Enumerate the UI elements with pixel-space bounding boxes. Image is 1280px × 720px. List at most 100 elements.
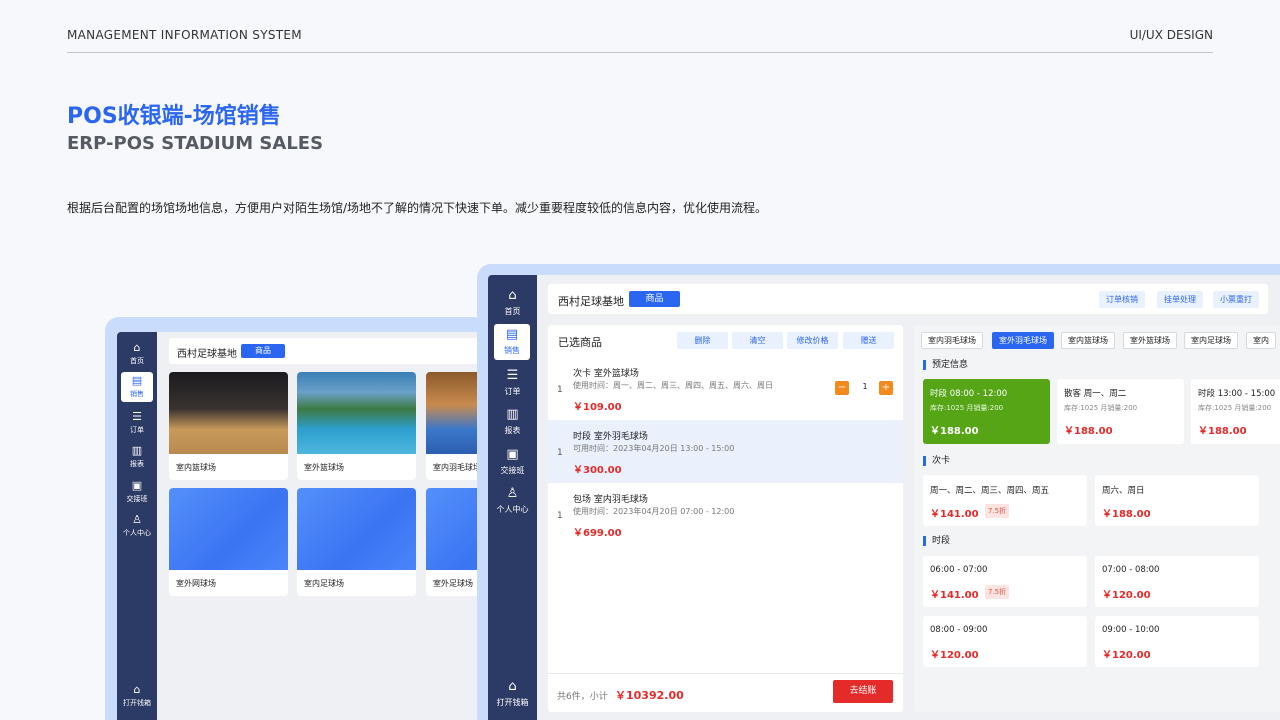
sidebar-item-label: 订单 bbox=[504, 387, 521, 396]
back-sidebar-item-home[interactable]: ⌂ 首页 bbox=[117, 342, 157, 366]
venue-card-label: 室外篮球场 bbox=[304, 463, 344, 472]
venue-card[interactable]: 室外网球场 bbox=[169, 488, 288, 596]
sidebar-item-label: 交接班 bbox=[500, 466, 525, 475]
order-item[interactable]: 1 包场 室内羽毛球场 使用时间：2023年04月20日 07:00 - 12:… bbox=[548, 483, 903, 546]
sidebar-item-label: 销售 bbox=[504, 346, 520, 355]
sidebar-item-order[interactable]: ☰ 订单 bbox=[488, 369, 537, 397]
report-icon: ▥ bbox=[506, 407, 519, 422]
handover-icon: ▣ bbox=[506, 447, 519, 462]
cash-drawer-button[interactable]: ⌂ 打开钱箱 bbox=[488, 680, 537, 708]
back-sidebar-item-handover[interactable]: ▣ 交接班 bbox=[117, 480, 157, 504]
sidebar-item-label: 首页 bbox=[504, 307, 521, 316]
order-item-time: 可用时间：2023年04月20日 13:00 - 15:00 bbox=[573, 444, 735, 453]
sidebar-item-home[interactable]: ⌂ 首页 bbox=[488, 289, 537, 317]
order-item-name: 时段 室外羽毛球场 bbox=[573, 432, 648, 442]
reserve-slot-card[interactable]: 散客 周一、周二 库存:1025 月销量:200 ￥188.00 bbox=[1057, 379, 1184, 444]
venue-card-label: 室内篮球场 bbox=[176, 463, 216, 472]
sidebar-item-report[interactable]: ▥ 报表 bbox=[488, 408, 537, 436]
selected-goods-panel: 已选商品 删除 清空 修改价格 赠送 1 次卡 室外篮球场 使用时间：周一、周二… bbox=[548, 325, 903, 712]
venue-card[interactable]: 室内篮球场 bbox=[169, 372, 288, 480]
period-title: 07:00 - 08:00 bbox=[1102, 565, 1160, 575]
venue-card[interactable]: 室外篮球场 bbox=[297, 372, 416, 480]
checkout-button[interactable]: 去结账 bbox=[833, 680, 893, 703]
venue-placeholder-image bbox=[169, 488, 288, 570]
product-panel: 室内羽毛球场 室外羽毛球场 室内篮球场 室外篮球场 室内足球场 室内 预定信息 … bbox=[914, 325, 1280, 712]
tab-outdoor-badminton[interactable]: 室外羽毛球场 bbox=[992, 332, 1054, 349]
order-item-qty-number: 1 bbox=[557, 511, 563, 521]
back-sidebar-item-order[interactable]: ☰ 订单 bbox=[117, 411, 157, 435]
order-item[interactable]: 1 次卡 室外篮球场 使用时间：周一、周二、周三、周四、周五、周六、周日 ￥10… bbox=[548, 357, 903, 420]
period-card[interactable]: 07:00 - 08:00 ￥120.00 bbox=[1095, 556, 1259, 607]
tab-outdoor-basketball[interactable]: 室外篮球场 bbox=[1123, 332, 1177, 349]
order-item-price: ￥300.00 bbox=[573, 465, 622, 476]
sidebar-item-user[interactable]: ♙ 个人中心 bbox=[488, 487, 537, 515]
back-cash-drawer-button[interactable]: ⌂ 打开钱箱 bbox=[117, 684, 157, 708]
slot-title: 时段 13:00 - 15:00 bbox=[1198, 389, 1276, 399]
cash-drawer-label: 打开钱箱 bbox=[496, 698, 529, 707]
page-title: POS收银端-场馆销售 bbox=[67, 104, 281, 129]
pass-price: ￥188.00 bbox=[1102, 509, 1151, 520]
home-icon: ⌂ bbox=[508, 288, 517, 303]
venue-card-label: 室内足球场 bbox=[304, 579, 344, 588]
pass-card[interactable]: 周一、周二、周三、周四、周五 ￥141.00 7.5折 bbox=[923, 475, 1087, 526]
delete-button[interactable]: 删除 bbox=[677, 332, 728, 349]
order-icon: ☰ bbox=[132, 410, 142, 423]
reserve-slot-card[interactable]: 时段 13:00 - 15:00 库存:1025 月销量:200 ￥188.00 bbox=[1191, 379, 1280, 444]
venue-card-label: 室外足球场 bbox=[433, 579, 473, 588]
reprint-receipt-button[interactable]: 小票重打 bbox=[1213, 291, 1259, 308]
pass-card[interactable]: 周六、周日 ￥188.00 bbox=[1095, 475, 1259, 526]
back-drawer-label: 打开钱箱 bbox=[123, 699, 151, 707]
header-left-label: MANAGEMENT INFORMATION SYSTEM bbox=[67, 28, 302, 42]
back-sidebar-item-user[interactable]: ♙ 个人中心 bbox=[117, 514, 157, 538]
reserve-slot-card[interactable]: 时段 08:00 - 12:00 库存:1025 月销量:200 ￥188.00 bbox=[923, 379, 1050, 444]
gift-button[interactable]: 赠送 bbox=[843, 332, 894, 349]
slot-price: ￥188.00 bbox=[930, 426, 979, 437]
user-icon: ♙ bbox=[506, 486, 519, 501]
pass-title: 周一、周二、周三、周四、周五 bbox=[930, 486, 1050, 496]
back-sidebar-item-sales[interactable]: ▤ 销售 bbox=[121, 372, 153, 402]
back-sidebar-label: 个人中心 bbox=[123, 529, 151, 537]
page-subtitle: ERP-POS STADIUM SALES bbox=[67, 133, 324, 154]
tab-indoor-badminton[interactable]: 室内羽毛球场 bbox=[921, 332, 983, 349]
order-verify-button[interactable]: 订单核销 bbox=[1099, 291, 1145, 308]
period-card[interactable]: 08:00 - 09:00 ￥120.00 bbox=[923, 616, 1087, 667]
pass-price: ￥141.00 bbox=[930, 509, 979, 520]
header-right-label: UI/UX DESIGN bbox=[1129, 28, 1213, 42]
venue-card[interactable]: 室内足球场 bbox=[297, 488, 416, 596]
decrease-quantity-button[interactable]: − bbox=[835, 381, 849, 395]
tab-goods[interactable]: 商品 bbox=[629, 291, 680, 307]
order-item[interactable]: 1 时段 室外羽毛球场 可用时间：2023年04月20日 13:00 - 15:… bbox=[548, 420, 903, 483]
back-tab-goods[interactable]: 商品 bbox=[241, 344, 285, 358]
order-item-time: 使用时间：周一、周二、周三、周四、周五、周六、周日 bbox=[573, 381, 773, 390]
order-item-price: ￥109.00 bbox=[573, 402, 622, 413]
back-sidebar-label: 首页 bbox=[130, 357, 144, 365]
slot-title: 散客 周一、周二 bbox=[1064, 389, 1127, 399]
discount-badge: 7.5折 bbox=[985, 504, 1010, 518]
front-screen: ⌂ 首页 ▤ 销售 ☰ 订单 ▥ 报表 ▣ 交接班 ♙ 个人中心 ⌂ 打开钱箱 … bbox=[488, 275, 1280, 720]
sidebar-item-sales[interactable]: ▤ 销售 bbox=[494, 324, 530, 360]
back-sidebar-item-report[interactable]: ▥ 报表 bbox=[117, 445, 157, 469]
home-icon: ⌂ bbox=[133, 341, 141, 354]
period-card[interactable]: 06:00 - 07:00 ￥141.00 7.5折 bbox=[923, 556, 1087, 607]
order-item-time: 使用时间：2023年04月20日 07:00 - 12:00 bbox=[573, 507, 735, 516]
selected-goods-title: 已选商品 bbox=[558, 336, 602, 349]
period-title: 09:00 - 10:00 bbox=[1102, 625, 1160, 635]
slot-price: ￥188.00 bbox=[1064, 426, 1113, 437]
handover-icon: ▣ bbox=[131, 479, 143, 492]
pending-order-button[interactable]: 挂单处理 bbox=[1157, 291, 1203, 308]
tab-indoor-football[interactable]: 室内足球场 bbox=[1184, 332, 1238, 349]
edit-price-button[interactable]: 修改价格 bbox=[787, 332, 838, 349]
back-venue-name: 西村足球基地 bbox=[177, 349, 237, 360]
slot-stock: 库存:1025 月销量:200 bbox=[1064, 404, 1138, 412]
clear-button[interactable]: 清空 bbox=[732, 332, 783, 349]
cash-drawer-icon: ⌂ bbox=[508, 679, 517, 694]
tab-indoor-more[interactable]: 室内 bbox=[1246, 332, 1276, 349]
user-icon: ♙ bbox=[132, 513, 142, 526]
tab-indoor-basketball[interactable]: 室内篮球场 bbox=[1061, 332, 1115, 349]
period-card[interactable]: 09:00 - 10:00 ￥120.00 bbox=[1095, 616, 1259, 667]
back-topbar: 西村足球基地 商品 bbox=[169, 338, 497, 364]
order-item-name: 次卡 室外篮球场 bbox=[573, 369, 639, 379]
sidebar-item-handover[interactable]: ▣ 交接班 bbox=[488, 448, 537, 476]
section-card-title: 次卡 bbox=[923, 456, 950, 466]
increase-quantity-button[interactable]: + bbox=[879, 381, 893, 395]
